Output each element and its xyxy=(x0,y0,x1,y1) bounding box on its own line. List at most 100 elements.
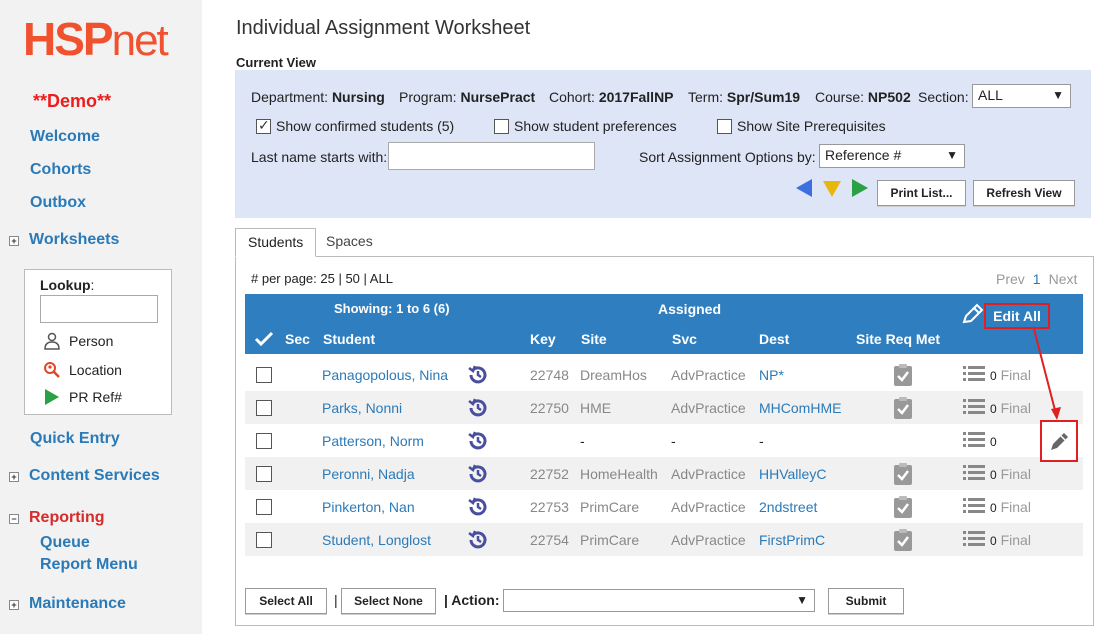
pager-next[interactable]: Next xyxy=(1049,271,1078,287)
action-select[interactable]: ▼ xyxy=(503,589,815,612)
nav-worksheets[interactable]: Worksheets xyxy=(29,231,119,249)
course-label: Course: xyxy=(815,89,865,105)
nav-queue[interactable]: Queue xyxy=(40,534,90,552)
col-site[interactable]: Site xyxy=(581,331,607,347)
pencil-icon[interactable] xyxy=(961,303,985,325)
lookup-person[interactable]: Person xyxy=(43,332,113,350)
col-dest[interactable]: Dest xyxy=(759,331,789,347)
student-name[interactable]: Parks, Nonni xyxy=(322,400,402,416)
history-icon[interactable] xyxy=(466,363,490,387)
student-name[interactable]: Peronni, Nadja xyxy=(322,466,415,482)
previous-arrow-icon[interactable] xyxy=(795,178,813,198)
row-site: - xyxy=(580,433,585,449)
col-site-req-met[interactable]: Site Req Met xyxy=(856,331,940,347)
pager-prev[interactable]: Prev xyxy=(996,271,1025,287)
nav-reporting[interactable]: Reporting xyxy=(29,509,105,527)
nav-quick-entry[interactable]: Quick Entry xyxy=(30,430,120,448)
last-name-label: Last name starts with: xyxy=(251,149,388,165)
final-label: Final xyxy=(1000,532,1031,548)
nav-outbox[interactable]: Outbox xyxy=(30,194,86,212)
show-prereqs-label: Show Site Prerequisites xyxy=(737,118,886,134)
select-all-button[interactable]: Select All xyxy=(245,588,327,614)
edit-row-button[interactable] xyxy=(1040,420,1078,462)
expand-plus-icon[interactable]: + xyxy=(9,236,19,246)
clipboard-check-icon xyxy=(894,496,912,518)
student-name[interactable]: Pinkerton, Nan xyxy=(322,499,415,515)
list-icon[interactable] xyxy=(963,431,985,449)
row-checkbox[interactable] xyxy=(256,499,272,515)
edit-all-button[interactable]: Edit All xyxy=(984,303,1050,329)
submit-button[interactable]: Submit xyxy=(828,588,904,614)
row-dest[interactable]: MHComHME xyxy=(759,400,841,416)
list-icon[interactable] xyxy=(963,398,985,416)
pager-current[interactable]: 1 xyxy=(1033,271,1041,287)
nav-welcome[interactable]: Welcome xyxy=(30,128,100,146)
expand-plus-icon[interactable]: + xyxy=(9,600,19,610)
cohort-label: Cohort: xyxy=(549,89,595,105)
tab-spaces[interactable]: Spaces xyxy=(314,228,385,257)
nav-maintenance[interactable]: Maintenance xyxy=(29,595,126,613)
sidebar: HSPnet **Demo** Welcome Cohorts Outbox +… xyxy=(0,0,202,634)
lookup-pr-ref[interactable]: PR Ref# xyxy=(43,388,122,406)
row-site: HomeHealth xyxy=(580,466,658,482)
row-checkbox[interactable] xyxy=(256,433,272,449)
history-icon[interactable] xyxy=(466,429,490,453)
sort-label: Sort Assignment Options by: xyxy=(639,149,816,165)
final-label: Final xyxy=(1000,499,1031,515)
student-name[interactable]: Patterson, Norm xyxy=(322,433,424,449)
nav-content-services[interactable]: Content Services xyxy=(29,467,160,485)
student-name[interactable]: Student, Longlost xyxy=(322,532,431,548)
next-arrow-icon[interactable] xyxy=(851,178,869,198)
list-icon[interactable] xyxy=(963,365,985,383)
col-sec[interactable]: Sec xyxy=(285,331,310,347)
history-icon[interactable] xyxy=(466,462,490,486)
row-checkbox[interactable] xyxy=(256,466,272,482)
row-dest[interactable]: NP* xyxy=(759,367,784,383)
print-list-button[interactable]: Print List... xyxy=(877,180,966,206)
refresh-view-button[interactable]: Refresh View xyxy=(973,180,1075,206)
student-name[interactable]: Panagopolous, Nina xyxy=(322,367,448,383)
row-checkbox[interactable] xyxy=(256,367,272,383)
current-view-panel: Department: Nursing Program: NursePract … xyxy=(235,70,1091,218)
table-row: Panagopolous, Nina 22748 DreamHos AdvPra… xyxy=(245,358,1083,391)
sort-select[interactable]: Reference # ▼ xyxy=(819,144,965,168)
nav-cohorts[interactable]: Cohorts xyxy=(30,161,91,179)
option-count: 0 xyxy=(990,534,997,548)
row-dest[interactable]: FirstPrimC xyxy=(759,532,825,548)
col-svc[interactable]: Svc xyxy=(672,331,697,347)
section-select[interactable]: ALL ▼ xyxy=(972,84,1071,108)
list-icon[interactable] xyxy=(963,530,985,548)
last-name-input[interactable] xyxy=(388,142,595,170)
row-checkbox[interactable] xyxy=(256,532,272,548)
list-icon[interactable] xyxy=(963,497,985,515)
col-student[interactable]: Student xyxy=(323,331,375,347)
final-label: Final xyxy=(1000,367,1031,383)
show-prereqs-checkbox[interactable] xyxy=(717,119,732,134)
department-value: Nursing xyxy=(331,89,385,105)
row-svc: AdvPractice xyxy=(671,367,746,383)
table-row: Pinkerton, Nan 22753 PrimCare AdvPractic… xyxy=(245,490,1083,523)
collapse-minus-icon[interactable]: − xyxy=(9,514,19,524)
list-icon[interactable] xyxy=(963,464,985,482)
show-confirmed-checkbox[interactable] xyxy=(256,117,271,134)
row-dest[interactable]: HHValleyC xyxy=(759,466,826,482)
down-arrow-icon[interactable] xyxy=(822,180,842,198)
show-preferences-checkbox[interactable] xyxy=(494,119,509,134)
tab-students[interactable]: Students xyxy=(235,228,317,257)
lookup-input[interactable] xyxy=(40,295,158,323)
row-checkbox[interactable] xyxy=(256,400,272,416)
history-icon[interactable] xyxy=(466,495,490,519)
hspnet-logo[interactable]: HSPnet xyxy=(23,16,169,64)
select-all-check-icon[interactable] xyxy=(254,331,274,347)
lookup-location[interactable]: Location xyxy=(43,361,122,379)
row-dest[interactable]: 2ndstreet xyxy=(759,499,817,515)
col-key[interactable]: Key xyxy=(530,331,556,347)
term-label: Term: xyxy=(688,89,723,105)
history-icon[interactable] xyxy=(466,396,490,420)
nav-report-menu[interactable]: Report Menu xyxy=(40,556,138,574)
per-page-selector[interactable]: # per page: 25 | 50 | ALL xyxy=(251,271,393,286)
history-icon[interactable] xyxy=(466,528,490,552)
row-site: PrimCare xyxy=(580,499,640,515)
expand-plus-icon[interactable]: + xyxy=(9,472,19,482)
select-none-button[interactable]: Select None xyxy=(341,588,436,614)
